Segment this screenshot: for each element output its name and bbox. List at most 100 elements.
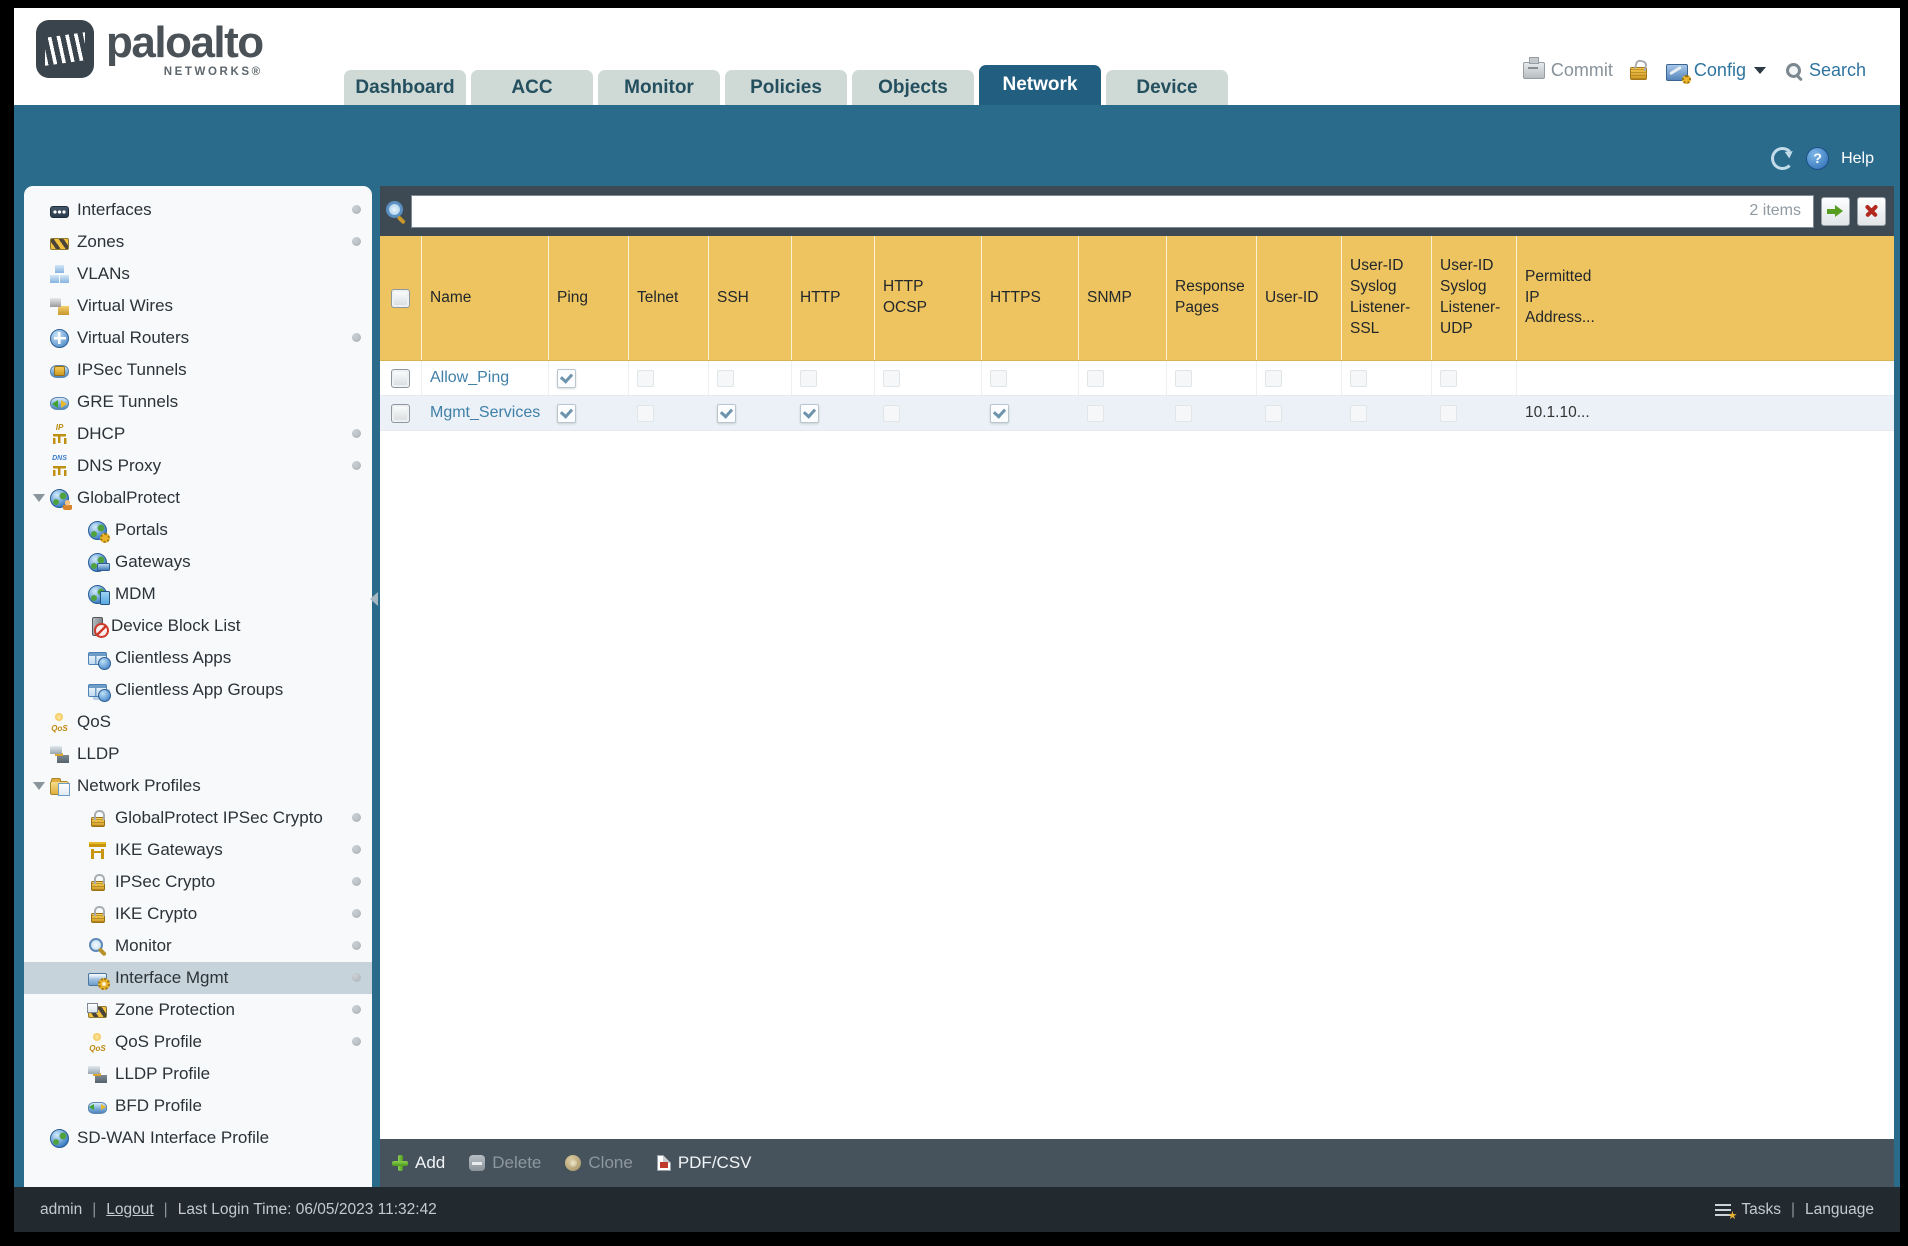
commit-icon xyxy=(1522,57,1545,79)
sidebar-item-network-profiles[interactable]: Network Profiles xyxy=(24,770,372,802)
tab-acc[interactable]: ACC xyxy=(471,70,593,105)
sidebar-item-interface-mgmt[interactable]: Interface Mgmt xyxy=(24,962,372,994)
search-button[interactable]: Search xyxy=(1775,60,1866,81)
sidebar-item-bfd-profile[interactable]: BFD Profile xyxy=(24,1090,372,1122)
sidebar-item-gre-tunnels[interactable]: GRE Tunnels xyxy=(24,386,372,418)
sidebar-item-label: QoS xyxy=(77,712,112,731)
table-empty-space xyxy=(380,431,1894,1139)
sidebar-item-virtual-routers[interactable]: Virtual Routers xyxy=(24,322,372,354)
filter-search-icon xyxy=(385,200,407,222)
unchecked-icon xyxy=(883,404,900,422)
column-header-snmp[interactable]: SNMP xyxy=(1079,236,1167,360)
sidebar-item-lldp[interactable]: LLDP xyxy=(24,738,372,770)
lock-icon[interactable] xyxy=(1629,67,1647,80)
sidebar-item-qos-profile[interactable]: QoS Profile xyxy=(24,1026,372,1058)
clone-button[interactable]: Clone xyxy=(565,1153,633,1173)
add-button[interactable]: Add xyxy=(392,1153,445,1173)
sidebar-item-ike-crypto[interactable]: IKE Crypto xyxy=(24,898,372,930)
sidebar-item-dhcp[interactable]: DHCP xyxy=(24,418,372,450)
sidebar-item-gateways[interactable]: Gateways xyxy=(24,546,372,578)
sidebar-item-vlans[interactable]: VLANs xyxy=(24,258,372,290)
tab-dashboard[interactable]: Dashboard xyxy=(344,70,466,105)
service-cell-telnet xyxy=(629,361,709,395)
column-header-user-id[interactable]: User-ID xyxy=(1257,236,1342,360)
sidebar-item-clientless-app-groups[interactable]: Clientless App Groups xyxy=(24,674,372,706)
pdfcsv-button[interactable]: PDF/CSV xyxy=(656,1153,752,1173)
table-body: Allow_Ping Mgmt_Services 10.1.10... xyxy=(380,361,1894,431)
column-header-http-ocsp[interactable]: HTTP OCSP xyxy=(875,236,982,360)
config-button[interactable]: Config xyxy=(1656,60,1766,84)
apply-filter-button[interactable] xyxy=(1821,196,1850,226)
sidebar-item-zone-protection[interactable]: Zone Protection xyxy=(24,994,372,1026)
tasks-icon[interactable] xyxy=(1715,1203,1737,1222)
tab-device[interactable]: Device xyxy=(1106,70,1228,105)
help-label[interactable]: Help xyxy=(1841,150,1874,168)
sidebar-item-ipsec-tunnels[interactable]: IPSec Tunnels xyxy=(24,354,372,386)
sidebar-item-portals[interactable]: Portals xyxy=(24,514,372,546)
column-header-permitted-ip-address[interactable]: Permitted IP Address... xyxy=(1517,236,1894,360)
lock-icon xyxy=(91,905,105,923)
help-icon[interactable]: ? xyxy=(1806,147,1830,170)
tab-monitor[interactable]: Monitor xyxy=(598,70,720,105)
logo-sub: NETWORKS® xyxy=(163,66,263,78)
sidebar-item-ike-gateways[interactable]: IKE Gateways xyxy=(24,834,372,866)
sidebar-item-virtual-wires[interactable]: Virtual Wires xyxy=(24,290,372,322)
column-header-http[interactable]: HTTP xyxy=(792,236,875,360)
column-header-user-id-syslog-listener-udp[interactable]: User-ID Syslog Listener-UDP xyxy=(1432,236,1517,360)
sidebar-item-mdm[interactable]: MDM xyxy=(24,578,372,610)
column-header-ssh[interactable]: SSH xyxy=(709,236,792,360)
sidebar-item-sd-wan-interface-profile[interactable]: SD-WAN Interface Profile xyxy=(24,1122,372,1154)
tab-network[interactable]: Network xyxy=(979,65,1101,105)
sdwan-icon xyxy=(50,1128,69,1148)
permitted-ip-cell xyxy=(1517,361,1894,395)
row-checkbox[interactable] xyxy=(391,368,410,388)
column-header-user-id-syslog-listener-ssl[interactable]: User-ID Syslog Listener-SSL xyxy=(1342,236,1432,360)
sidebar-item-globalprotect[interactable]: GlobalProtect xyxy=(24,482,372,514)
zones-barrier-icon xyxy=(50,238,69,250)
sidebar-item-ipsec-crypto[interactable]: IPSec Crypto xyxy=(24,866,372,898)
add-icon xyxy=(392,1155,408,1171)
sidebar-item-label: Gateways xyxy=(115,552,191,571)
dhcp-icon xyxy=(50,423,69,444)
sidebar-collapse-icon[interactable] xyxy=(370,592,378,606)
sidebar-item-label: Virtual Routers xyxy=(77,328,190,347)
logout-link[interactable]: Logout xyxy=(106,1201,153,1219)
clientless-app-groups-icon xyxy=(88,684,111,702)
service-cell-http-ocsp xyxy=(875,396,982,430)
app-window: paloalto NETWORKS® Dashboard ACC Monitor Po… xyxy=(14,8,1900,1232)
profile-link-allow-ping[interactable]: Allow_Ping xyxy=(430,369,509,387)
sidebar-item-lldp-profile[interactable]: LLDP Profile xyxy=(24,1058,372,1090)
ike-gateways-icon xyxy=(88,840,107,860)
filter-search-input[interactable]: 2 items xyxy=(411,194,1814,228)
sidebar-item-clientless-apps[interactable]: Clientless Apps xyxy=(24,642,372,674)
sidebar-item-zones[interactable]: Zones xyxy=(24,226,372,258)
expander-icon[interactable] xyxy=(33,494,45,502)
select-all-checkbox[interactable] xyxy=(391,288,410,308)
column-header-name[interactable]: Name xyxy=(422,236,549,360)
sidebar-item-device-block-list[interactable]: Device Block List xyxy=(24,610,372,642)
column-header-https[interactable]: HTTPS xyxy=(982,236,1079,360)
tab-objects[interactable]: Objects xyxy=(852,70,974,105)
language-link[interactable]: Language xyxy=(1805,1201,1874,1219)
profile-link-mgmt-services[interactable]: Mgmt_Services xyxy=(430,404,540,422)
column-header-response-pages[interactable]: Response Pages xyxy=(1167,236,1257,360)
sidebar-item-qos[interactable]: QoS xyxy=(24,706,372,738)
unchecked-icon xyxy=(1175,369,1192,387)
sidebar-item-interfaces[interactable]: Interfaces xyxy=(24,194,372,226)
clear-filter-button[interactable] xyxy=(1857,196,1886,226)
column-header-ping[interactable]: Ping xyxy=(549,236,629,360)
sidebar-item-monitor[interactable]: Monitor xyxy=(24,930,372,962)
column-header-telnet[interactable]: Telnet xyxy=(629,236,709,360)
delete-button[interactable]: Delete xyxy=(469,1153,541,1173)
row-checkbox[interactable] xyxy=(391,403,410,423)
tasks-link[interactable]: Tasks xyxy=(1741,1201,1781,1219)
clientless-apps-icon xyxy=(88,652,111,670)
sidebar-item-dns-proxy[interactable]: DNS Proxy xyxy=(24,450,372,482)
sidebar-item-label: GRE Tunnels xyxy=(77,392,179,411)
refresh-icon[interactable] xyxy=(1771,147,1795,170)
tab-policies[interactable]: Policies xyxy=(725,70,847,105)
commit-button[interactable]: Commit xyxy=(1522,57,1613,81)
sidebar-item-globalprotect-ipsec-crypto[interactable]: GlobalProtect IPSec Crypto xyxy=(24,802,372,834)
expander-icon[interactable] xyxy=(33,782,45,790)
sidebar-item-label: Clientless App Groups xyxy=(115,680,284,699)
